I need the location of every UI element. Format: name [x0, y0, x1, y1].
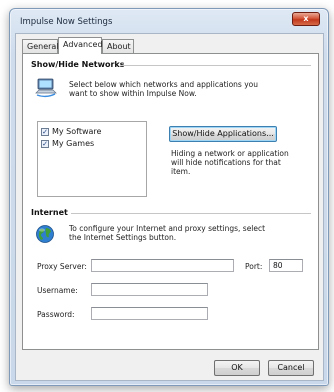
close-icon: x: [303, 14, 309, 23]
networks-hint-line2: will hide notifications for that: [171, 158, 281, 167]
networks-listbox[interactable]: ✓ My Software ✓ My Games: [37, 121, 147, 197]
networks-hint-line1: Hiding a network or application: [171, 149, 289, 158]
globe-icon: [36, 225, 54, 243]
ok-button[interactable]: OK: [214, 360, 260, 376]
close-button[interactable]: x: [292, 12, 320, 26]
my-games-label: My Games: [52, 139, 95, 148]
port-label: Port:: [245, 262, 263, 271]
internet-description-line1: To configure your Internet and proxy set…: [69, 224, 266, 233]
tab-general[interactable]: General: [22, 39, 59, 53]
advanced-tab-panel: Show/Hide Networks Select below which ne…: [22, 53, 319, 350]
show-hide-applications-button[interactable]: Show/Hide Applications...: [169, 126, 277, 142]
window-title: Impulse Now Settings: [20, 17, 113, 27]
proxy-server-input[interactable]: [91, 259, 234, 272]
networks-group-heading: Show/Hide Networks: [31, 60, 125, 69]
cancel-button[interactable]: Cancel: [268, 360, 314, 376]
password-input[interactable]: [91, 307, 208, 320]
port-input[interactable]: 80: [269, 259, 303, 272]
list-item-my-software[interactable]: ✓ My Software: [41, 126, 101, 137]
username-label: Username:: [37, 286, 78, 295]
internet-group-heading: Internet: [31, 208, 68, 217]
list-item-my-games[interactable]: ✓ My Games: [41, 138, 94, 149]
tab-advanced[interactable]: Advanced: [58, 37, 103, 54]
my-games-checkbox[interactable]: ✓: [41, 139, 49, 148]
dialog-client-area: General Advanced About Show/Hide Network…: [15, 33, 324, 381]
my-software-checkbox[interactable]: ✓: [41, 127, 49, 136]
my-software-label: My Software: [52, 127, 102, 136]
username-input[interactable]: [91, 283, 208, 296]
internet-group-divider: [71, 213, 311, 214]
networks-description-line2: want to show within Impulse Now.: [69, 89, 197, 98]
settings-window: Impulse Now Settings x General Advanced …: [9, 8, 329, 386]
proxy-server-label: Proxy Server:: [37, 262, 87, 271]
networks-hint-line3: item.: [171, 167, 191, 176]
tab-about[interactable]: About: [102, 39, 134, 53]
networks-group-divider: [121, 65, 311, 66]
network-computer-icon: [35, 78, 57, 98]
internet-description-line2: the Internet Settings button.: [69, 233, 177, 242]
networks-description-line1: Select below which networks and applicat…: [69, 80, 259, 89]
password-label: Password:: [37, 310, 75, 319]
